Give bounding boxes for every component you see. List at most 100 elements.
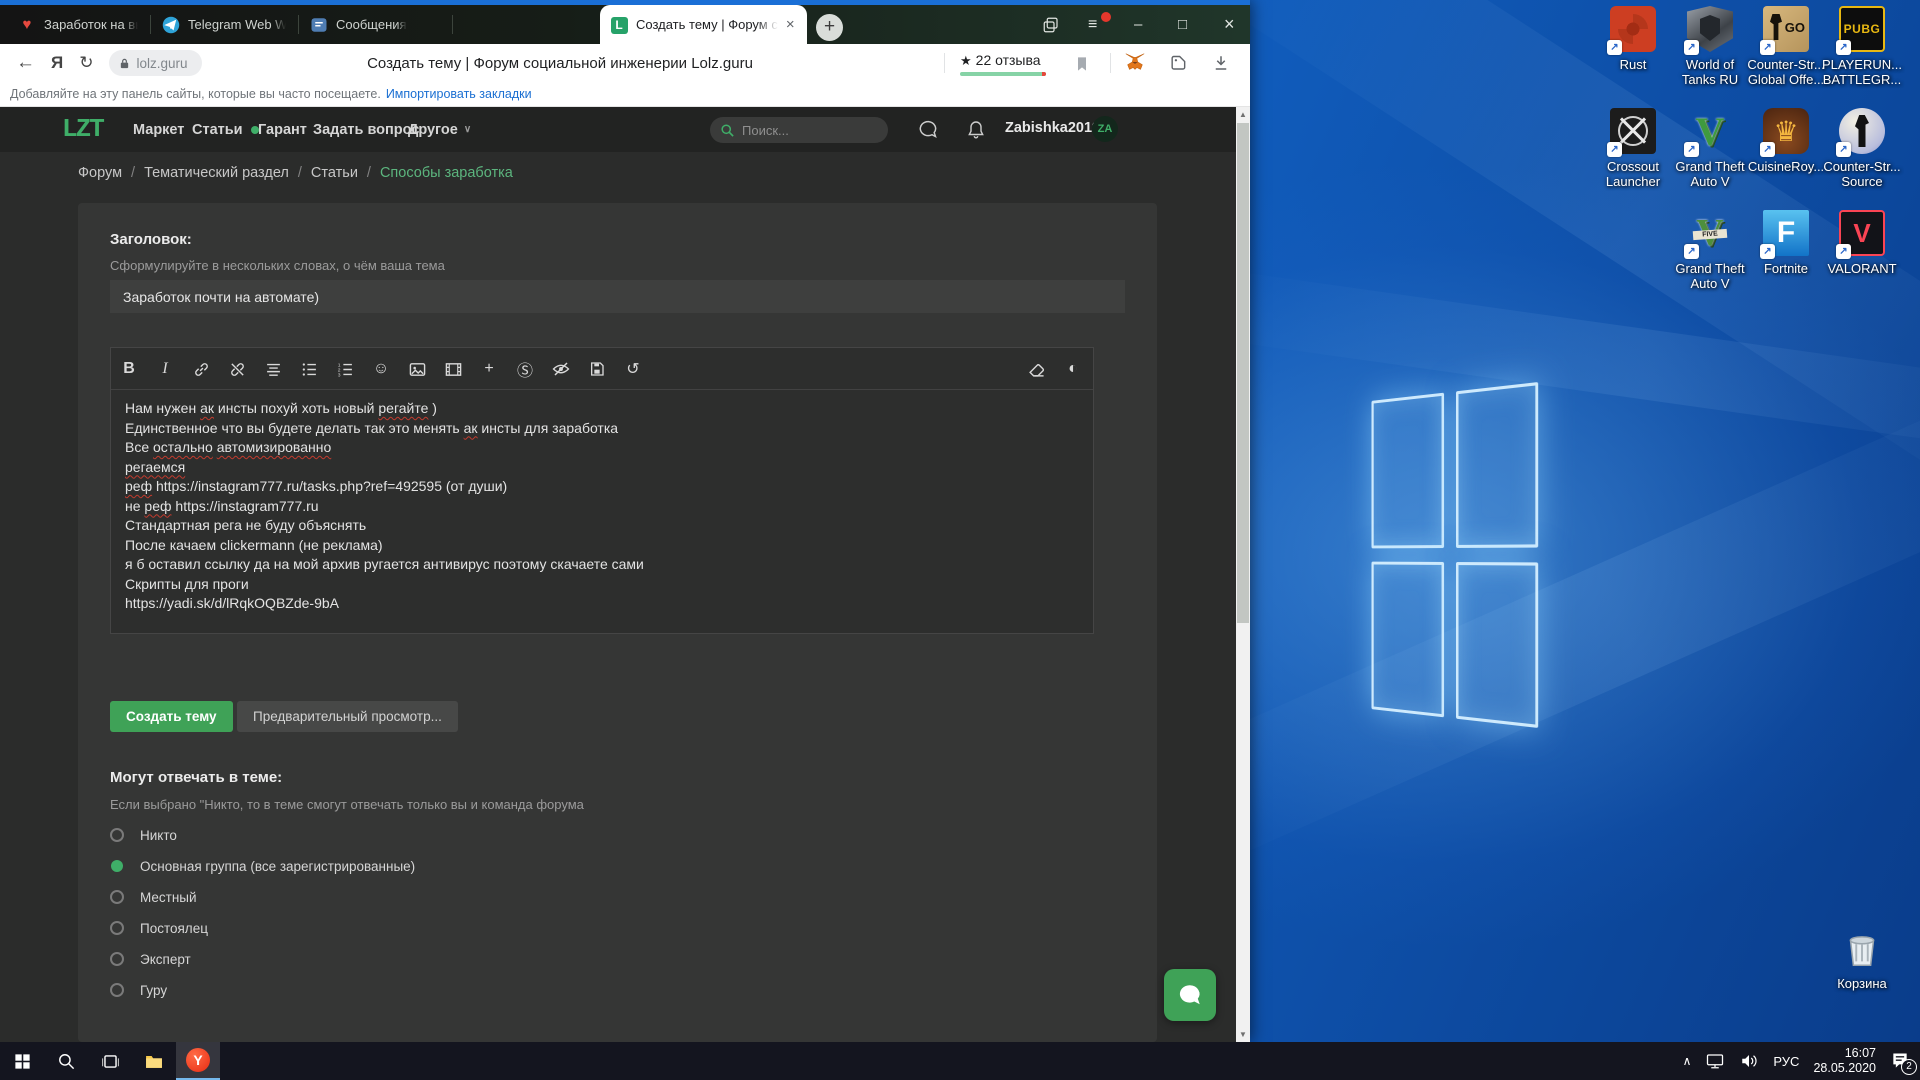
yandex-button[interactable]: Я <box>51 53 63 73</box>
language-indicator[interactable]: РУС <box>1773 1054 1799 1069</box>
radio-unselected[interactable] <box>110 890 124 904</box>
create-topic-button[interactable]: Создать тему <box>110 701 233 732</box>
browser-menu-button[interactable]: ≡ <box>1088 5 1096 44</box>
eraser-icon[interactable] <box>1024 348 1048 390</box>
italic-icon[interactable]: I <box>153 348 177 390</box>
radio-unselected[interactable] <box>110 983 124 997</box>
media-icon[interactable] <box>441 348 465 390</box>
desktop-icon-gta5[interactable]: V↗Grand TheftAuto V <box>1666 108 1754 189</box>
topic-title-input[interactable] <box>110 280 1125 313</box>
minimize-button[interactable]: – <box>1134 5 1142 44</box>
browser-tab[interactable]: Сообщения <box>300 5 450 44</box>
refresh-button[interactable]: ↻ <box>79 53 93 73</box>
radio-option[interactable]: Эксперт <box>110 949 191 969</box>
scrollbar-thumb[interactable] <box>1237 123 1249 623</box>
radio-unselected[interactable] <box>110 921 124 935</box>
undo-icon[interactable]: ↺ <box>621 348 645 390</box>
breadcrumb-item[interactable]: Форум <box>78 165 122 181</box>
address-bar[interactable]: lolz.guru <box>109 50 201 76</box>
breadcrumb-item[interactable]: Способы заработка <box>380 165 513 181</box>
nav-item-1[interactable]: Маркет <box>133 107 184 152</box>
clock[interactable]: 16:07 28.05.2020 <box>1813 1046 1876 1076</box>
browser-tab[interactable]: ♥Заработок на выполнении <box>8 5 148 44</box>
radio-unselected[interactable] <box>110 828 124 842</box>
taskbar-search-button[interactable] <box>44 1042 88 1080</box>
desktop-icon-valorant[interactable]: V↗VALORANT <box>1818 210 1906 276</box>
desktop-icon-crossout[interactable]: ↗CrossoutLauncher <box>1589 108 1677 189</box>
radio-option[interactable]: Основная группа (все зарегистрированные) <box>110 856 415 876</box>
action-center-button[interactable]: 2 <box>1890 1051 1910 1071</box>
editor-text-area[interactable]: Нам нужен ак инсты похуй хоть новый рега… <box>111 390 1093 634</box>
back-button[interactable]: ← <box>16 52 35 74</box>
image-icon[interactable] <box>405 348 429 390</box>
desktop-icon-rust[interactable]: ↗Rust <box>1589 6 1677 72</box>
smiley-icon[interactable]: ☺ <box>369 348 393 390</box>
download-icon[interactable] <box>1212 54 1230 72</box>
desktop-icon-cuisine-royale[interactable]: ♛↗CuisineRoy... <box>1742 108 1830 174</box>
radio-option[interactable]: Гуру <box>110 980 167 1000</box>
tab-panel-icon[interactable] <box>1042 5 1060 44</box>
site-logo[interactable]: LZT <box>62 114 112 144</box>
radio-selected[interactable] <box>111 860 123 872</box>
browser-tab[interactable]: LСоздать тему | Форум с× <box>600 5 807 44</box>
alerts-bell-icon[interactable] <box>966 119 986 140</box>
tab-close-icon[interactable]: × <box>786 16 795 33</box>
hidden-icons-chevron[interactable]: ∧ <box>1683 1054 1692 1068</box>
eye-off-icon[interactable] <box>549 348 573 390</box>
recycle-bin-icon[interactable]: Корзина <box>1818 925 1906 991</box>
task-view-button[interactable] <box>88 1042 132 1080</box>
spoiler-icon[interactable]: Ⓢ <box>513 348 537 390</box>
volume-icon[interactable] <box>1739 1052 1759 1070</box>
nav-item-4[interactable]: Задать вопрос <box>313 107 419 152</box>
support-chat-button[interactable] <box>1164 969 1216 1021</box>
desktop-icon-fortnite[interactable]: F↗Fortnite <box>1742 210 1830 276</box>
search-input[interactable]: Поиск... <box>710 117 888 143</box>
radio-option[interactable]: Постоялец <box>110 918 208 938</box>
new-tab-button[interactable]: + <box>816 14 843 41</box>
desktop-icon-pubg[interactable]: PUBG↗PLAYERUN...BATTLEGR... <box>1818 6 1906 87</box>
messages-icon[interactable] <box>918 119 939 140</box>
list-bulleted-icon[interactable] <box>297 348 321 390</box>
file-explorer-button[interactable] <box>132 1042 176 1080</box>
browser-tab[interactable]: Telegram Web Webogram <box>152 5 296 44</box>
radio-option[interactable]: Никто <box>110 825 177 845</box>
plus-icon[interactable]: + <box>477 348 501 390</box>
align-center-icon[interactable] <box>261 348 285 390</box>
nav-item-3[interactable]: Гарант <box>258 107 307 152</box>
list-numbered-icon[interactable]: 123 <box>333 348 357 390</box>
pubg-icon: PUBG↗ <box>1839 6 1885 52</box>
username[interactable]: Zabishka2019 <box>1005 120 1100 136</box>
radio-unselected[interactable] <box>110 952 124 966</box>
desktop-icon-csgo[interactable]: GO↗Counter-Str...Global Offe... <box>1742 6 1830 87</box>
desktop-icon-cs-source[interactable]: ↗Counter-Str...Source <box>1818 108 1906 189</box>
save-icon[interactable] <box>585 348 609 390</box>
maximize-button[interactable]: □ <box>1178 5 1187 44</box>
desktop-icon-world-of-tanks[interactable]: ↗World ofTanks RU <box>1666 6 1754 87</box>
nav-item-2[interactable]: Статьи <box>192 107 259 152</box>
link-icon[interactable] <box>189 348 213 390</box>
bookmark-flag-icon[interactable] <box>1074 55 1090 73</box>
yandex-browser-taskbar-button[interactable]: Y <box>176 1042 220 1080</box>
scroll-down-arrow[interactable]: ▼ <box>1236 1030 1250 1039</box>
message-editor[interactable]: BI 123 ☺ + Ⓢ ↺ ◐ Нам нужен ак инсты похуй хоть… <box>110 347 1094 634</box>
breadcrumb-item[interactable]: Статьи <box>311 165 358 181</box>
contrast-icon[interactable]: ◐ <box>1061 348 1085 390</box>
import-bookmarks-link[interactable]: Импортировать закладки <box>386 87 532 101</box>
metamask-extension-icon[interactable] <box>1124 51 1146 73</box>
start-button[interactable] <box>0 1042 44 1080</box>
site-rating[interactable]: ★22 отзыва <box>960 52 1046 76</box>
tab-separator <box>452 15 453 34</box>
close-window-button[interactable]: × <box>1224 5 1235 44</box>
network-icon[interactable] <box>1705 1052 1725 1070</box>
radio-option[interactable]: Местный <box>110 887 197 907</box>
unlink-icon[interactable] <box>225 348 249 390</box>
nav-item-5[interactable]: Другое∨ <box>408 107 471 152</box>
collections-extension-icon[interactable] <box>1168 54 1188 74</box>
avatar[interactable]: ZA <box>1092 116 1118 142</box>
page-scrollbar[interactable]: ▲ ▼ <box>1236 107 1250 1042</box>
bold-icon[interactable]: B <box>117 348 141 390</box>
breadcrumb-item[interactable]: Тематический раздел <box>144 165 289 181</box>
desktop-icon-gta5-2[interactable]: VFIVE↗Grand TheftAuto V <box>1666 210 1754 291</box>
scroll-up-arrow[interactable]: ▲ <box>1236 110 1250 119</box>
preview-button[interactable]: Предварительный просмотр... <box>237 701 458 732</box>
